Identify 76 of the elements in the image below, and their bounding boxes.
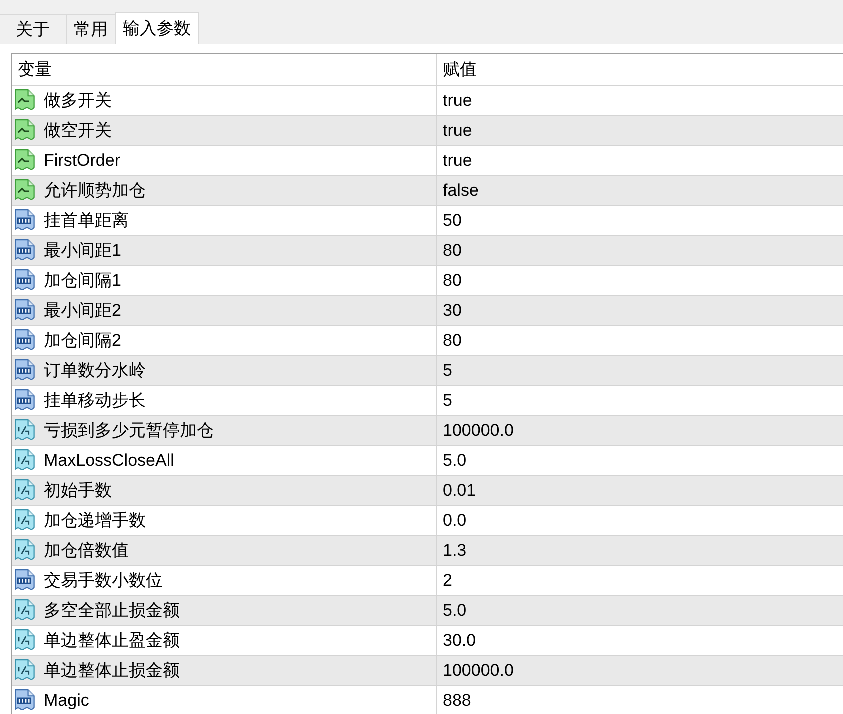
- step-line-document-icon: [14, 179, 36, 202]
- parameter-name: 加仓递增手数: [44, 510, 146, 530]
- parameter-name: 挂首单距离: [44, 210, 129, 230]
- parameter-name: 加仓倍数值: [44, 540, 129, 560]
- parameter-value: 5: [443, 390, 452, 410]
- parameter-name: MaxLossCloseAll: [44, 450, 174, 470]
- table-row[interactable]: 初始手数 0.01: [12, 475, 843, 505]
- parameter-name: 挂单移动步长: [44, 390, 146, 410]
- parameter-name: 加仓间隔1: [44, 270, 122, 290]
- parameter-name: 允许顺势加仓: [44, 180, 146, 200]
- table-row[interactable]: 亏损到多少元暂停加仓 100000.0: [12, 415, 843, 445]
- parameter-value: 100000.0: [443, 420, 514, 440]
- parameter-name: 单边整体止盈金额: [44, 630, 180, 650]
- parameter-value: 5.0: [443, 600, 467, 620]
- table-row[interactable]: 加仓倍数值 1.3: [12, 535, 843, 565]
- fraction-document-icon: [14, 539, 36, 562]
- column-header: 变量: [18, 60, 52, 80]
- parameter-value: 80: [443, 330, 462, 350]
- fraction-document-icon: [14, 659, 36, 682]
- parameter-name: 多空全部止损金额: [44, 600, 180, 620]
- table-row[interactable]: 最小间距2 30: [12, 295, 843, 325]
- parameter-name: 最小间距2: [44, 300, 122, 320]
- parameter-name: 做空开关: [44, 120, 112, 140]
- numbered-document-icon: [14, 389, 36, 412]
- table-row[interactable]: 订单数分水岭 5: [12, 355, 843, 385]
- table-row[interactable]: 做空开关 true: [12, 115, 843, 145]
- parameter-value: 5: [443, 360, 452, 380]
- numbered-document-icon: [14, 209, 36, 232]
- parameter-name: 订单数分水岭: [44, 360, 146, 380]
- parameter-value: 888: [443, 690, 472, 710]
- table-row[interactable]: 单边整体止损金额 100000.0: [12, 655, 843, 685]
- step-line-document-icon: [14, 119, 36, 142]
- parameter-name: 做多开关: [44, 90, 112, 110]
- fraction-document-icon: [14, 599, 36, 622]
- fraction-document-icon: [14, 509, 36, 532]
- column-header: 赋值: [443, 60, 477, 80]
- numbered-document-icon: [14, 239, 36, 262]
- parameter-value: true: [443, 120, 472, 140]
- parameter-value: 30.0: [443, 630, 476, 650]
- parameter-value: 30: [443, 300, 462, 320]
- numbered-document-icon: [14, 329, 36, 352]
- parameter-value: true: [443, 150, 472, 170]
- parameter-value: true: [443, 90, 472, 110]
- numbered-document-icon: [14, 569, 36, 592]
- fraction-document-icon: [14, 629, 36, 652]
- numbered-document-icon: [14, 269, 36, 292]
- parameter-name: 亏损到多少元暂停加仓: [44, 420, 214, 440]
- parameter-name: 初始手数: [44, 480, 112, 500]
- fraction-document-icon: [14, 419, 36, 442]
- parameter-name: 最小间距1: [44, 240, 122, 260]
- fraction-document-icon: [14, 479, 36, 502]
- parameter-value: 2: [443, 570, 452, 590]
- table-row[interactable]: 允许顺势加仓 false: [12, 175, 843, 205]
- table-row[interactable]: Magic 888: [12, 685, 843, 714]
- parameter-name: 交易手数小数位: [44, 570, 163, 590]
- numbered-document-icon: [14, 299, 36, 322]
- parameter-value: 80: [443, 270, 462, 290]
- parameter-value: 5.0: [443, 450, 467, 470]
- parameter-value: 1.3: [443, 540, 467, 560]
- parameter-value: false: [443, 180, 479, 200]
- numbered-document-icon: [14, 359, 36, 382]
- table-row[interactable]: 最小间距1 80: [12, 235, 843, 265]
- fraction-document-icon: [14, 449, 36, 472]
- parameter-value: 100000.0: [443, 660, 514, 680]
- parameter-value: 0.01: [443, 480, 476, 500]
- parameter-value: 50: [443, 210, 462, 230]
- tab[interactable]: 输入参数: [115, 12, 199, 44]
- step-line-document-icon: [14, 89, 36, 112]
- parameter-value: 0.0: [443, 510, 467, 530]
- parameter-name: Magic: [44, 690, 90, 710]
- parameter-value: 80: [443, 240, 462, 260]
- parameter-name: 单边整体止损金额: [44, 660, 180, 680]
- parameter-name: FirstOrder: [44, 150, 120, 170]
- table-row[interactable]: 多空全部止损金额 5.0: [12, 595, 843, 625]
- step-line-document-icon: [14, 149, 36, 172]
- parameter-name: 加仓间隔2: [44, 330, 122, 350]
